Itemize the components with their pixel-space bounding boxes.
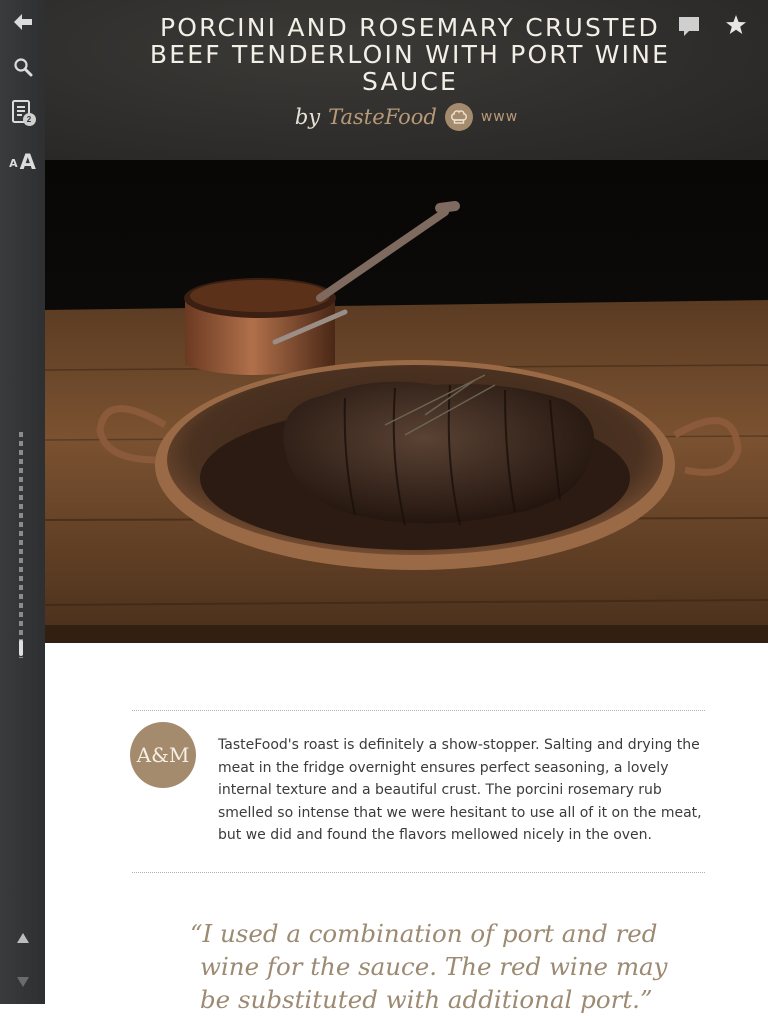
bottom-divider xyxy=(132,872,705,873)
notes-list-button[interactable]: 2 xyxy=(0,97,45,127)
search-button[interactable] xyxy=(0,54,45,80)
font-large-label: A xyxy=(19,150,36,174)
search-icon xyxy=(13,58,32,77)
font-size-button[interactable]: A A xyxy=(0,146,45,174)
left-arrow-icon xyxy=(13,14,32,30)
byline-prefix: by xyxy=(294,105,321,129)
scroll-up-button[interactable] xyxy=(0,930,45,946)
chef-hat-icon[interactable] xyxy=(444,103,473,131)
favorite-button[interactable] xyxy=(725,14,749,38)
speech-bubble-icon xyxy=(679,17,699,36)
top-divider xyxy=(132,710,705,711)
scroll-down-button[interactable] xyxy=(0,974,45,990)
recipe-title: PORCINI AND ROSEMARY CRUSTED BEEF TENDER… xyxy=(149,13,671,96)
scroll-thumb[interactable] xyxy=(19,640,23,656)
pull-quote: “I used a combination of port and red wi… xyxy=(190,919,668,1014)
www-link[interactable]: www xyxy=(481,109,518,125)
star-icon xyxy=(726,15,746,34)
editor-note: TasteFood's roast is definitely a show-s… xyxy=(218,737,702,843)
triangle-up-icon xyxy=(16,933,29,943)
scroll-indicator[interactable] xyxy=(19,432,23,658)
avatar: A&M xyxy=(130,722,196,788)
article-body: A&M TasteFood's roast is definitely a sh… xyxy=(45,643,768,1014)
avatar-initials: A&M xyxy=(136,743,190,767)
author-link[interactable]: TasteFood xyxy=(328,105,437,129)
sidebar: 2 A A xyxy=(0,0,46,1004)
notes-count-badge: 2 xyxy=(22,113,36,126)
font-small-label: A xyxy=(9,157,18,170)
back-button[interactable] xyxy=(0,8,45,36)
comment-button[interactable] xyxy=(677,14,703,40)
triangle-down-icon xyxy=(16,977,29,987)
recipe-header: PORCINI AND ROSEMARY CRUSTED BEEF TENDER… xyxy=(45,0,768,160)
recipe-photo xyxy=(45,160,768,643)
byline: by TasteFood www xyxy=(45,103,768,131)
